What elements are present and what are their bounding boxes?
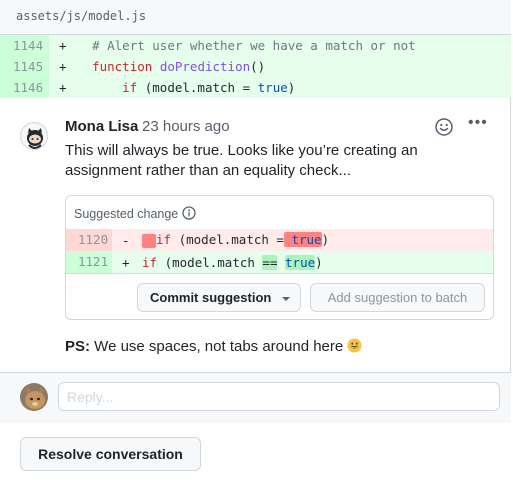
suggestion-actions: Commit suggestion Add suggestion to batc…	[66, 273, 493, 319]
diff-sign: +	[59, 59, 67, 74]
comment-timestamp[interactable]: 23 hours ago	[142, 118, 230, 135]
line-number: 1120	[66, 229, 112, 251]
comment-body: This will always be true. Looks like you…	[65, 142, 418, 179]
suggested-change-header: Suggested change	[66, 196, 493, 229]
file-path[interactable]: assets/js/model.js	[0, 0, 511, 35]
grinning-face-icon	[347, 338, 362, 353]
code-text: )	[287, 80, 296, 95]
reply-bar	[0, 372, 511, 423]
code-kw: if	[122, 80, 138, 95]
diff-sign: +	[122, 254, 130, 270]
code: if (model.match = true)	[142, 232, 329, 248]
code-text: )	[315, 254, 323, 270]
comment: Mona Lisa 23 hours ago ••• This will alw…	[0, 98, 511, 372]
code-constant: true	[285, 254, 316, 270]
diff-line: 1146 + if (model.match = true)	[0, 77, 511, 98]
code-text: )	[321, 232, 330, 248]
code: if (model.match = true)	[77, 80, 295, 95]
deleted-whitespace	[142, 233, 156, 248]
suggested-change: Suggested change 1120 - if (model.match …	[65, 195, 494, 320]
diff-sign: -	[122, 232, 130, 248]
diff-sign: +	[59, 80, 67, 95]
code-text: (model.match =	[171, 232, 284, 248]
info-icon[interactable]	[182, 206, 196, 220]
chevron-down-icon[interactable]	[282, 297, 290, 301]
ps-text: We use spaces, not tabs around here	[90, 338, 348, 355]
comment-author[interactable]: Mona Lisa	[65, 118, 138, 135]
code-const: true	[257, 80, 288, 95]
more-options-icon[interactable]: •••	[468, 114, 488, 132]
diff-line: 1144 + # Alert user whether we have a mat…	[0, 35, 511, 56]
user-avatar[interactable]	[20, 383, 48, 411]
line-number[interactable]: 1144	[0, 35, 49, 56]
line-number: 1121	[66, 251, 112, 273]
ps-label: PS:	[65, 338, 91, 355]
add-suggestion-to-batch-button[interactable]: Add suggestion to batch	[310, 283, 485, 312]
diff-line: 1145 + function doPrediction()	[0, 56, 511, 77]
suggestion-deleted-line: 1120 - if (model.match = true)	[66, 229, 493, 251]
resolve-conversation-button[interactable]: Resolve conversation	[20, 437, 201, 471]
code-constant: true	[283, 232, 322, 248]
commit-suggestion-button[interactable]: Commit suggestion	[137, 283, 301, 312]
code-text: (model.match	[157, 254, 263, 270]
smiley-icon[interactable]	[434, 117, 454, 137]
code-text: (model.match =	[137, 80, 258, 95]
suggestion-added-line: 1121 + if (model.match == true)	[66, 251, 493, 273]
code-text: ()	[250, 59, 266, 74]
diff-hunk: 1144 + # Alert user whether we have a mat…	[0, 35, 511, 98]
code-kw: function	[92, 59, 153, 74]
line-number[interactable]: 1146	[0, 77, 49, 98]
cat-avatar-icon	[20, 383, 48, 411]
code-fn: doPrediction	[159, 59, 251, 74]
commit-suggestion-label: Commit suggestion	[150, 290, 272, 305]
review-thread: assets/js/model.js 1144 + # Alert user wh…	[0, 0, 511, 423]
code-keyword: if	[142, 254, 158, 270]
code: # Alert user whether we have a match or …	[77, 38, 416, 53]
code-added-highlight: ==	[262, 254, 278, 270]
comment-ps: PS: We use spaces, not tabs around here	[65, 338, 362, 355]
code-keyword: if	[156, 232, 172, 248]
code: function doPrediction()	[77, 59, 265, 74]
code: if (model.match == true)	[142, 254, 323, 270]
avatar[interactable]	[20, 122, 48, 150]
line-number[interactable]: 1145	[0, 56, 49, 77]
octocat-avatar-icon	[27, 128, 43, 149]
diff-sign: +	[59, 38, 67, 53]
code-comment: # Alert user whether we have a match or …	[92, 38, 416, 53]
reply-input[interactable]	[58, 382, 500, 411]
code-deleted-highlight: true	[283, 232, 322, 248]
suggested-change-title: Suggested change	[74, 207, 179, 221]
